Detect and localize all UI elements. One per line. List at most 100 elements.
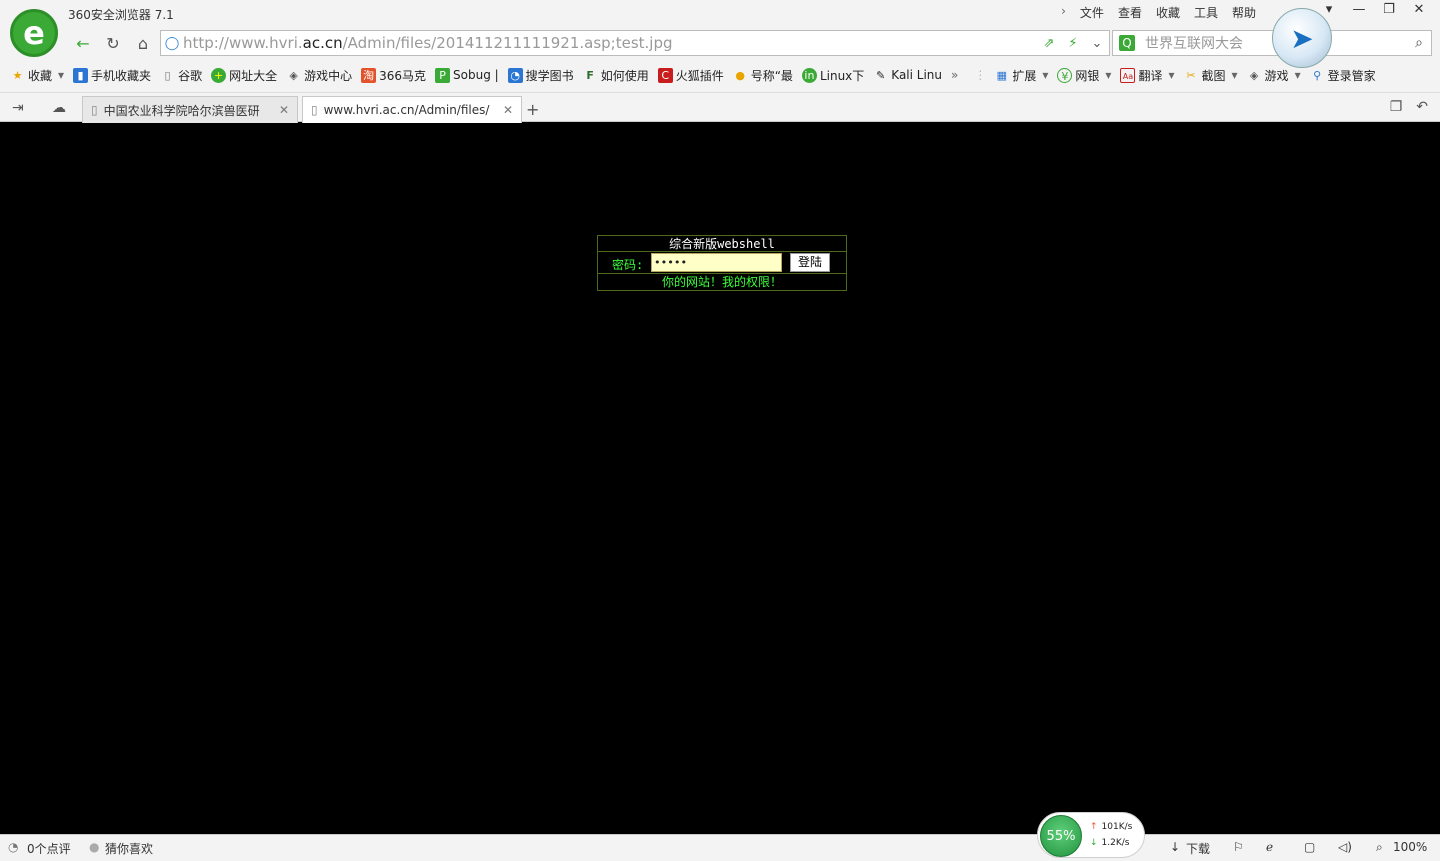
login-button[interactable]: 登陆 — [790, 253, 830, 272]
download-arrow-icon: ↓ — [1170, 840, 1181, 854]
gamepad-icon: ◈ — [1249, 68, 1259, 82]
key-icon: ⚲ — [1313, 68, 1322, 82]
in-icon: in — [801, 67, 817, 83]
tab-webshell[interactable]: ▯ www.hvri.ac.cn/Admin/files/ ✕ — [302, 96, 522, 123]
chevron-down-icon[interactable]: ⌄ — [1085, 36, 1109, 51]
tab-list-icon[interactable]: ❐ — [1390, 99, 1403, 115]
minimize-button[interactable]: — — [1344, 2, 1374, 17]
chevron-right-icon[interactable]: › — [1061, 4, 1066, 21]
navigation-bar: ← ↻ ⌂ ◯ http://www.hvri.ac.cn/Admin/file… — [0, 28, 1440, 58]
browser-chrome: 360安全浏览器 7.1 › 文件 查看 收藏 工具 帮助 ▾ — ❐ ✕ e … — [0, 0, 1440, 123]
tab-hvri-home[interactable]: ▯ 中国农业科学院哈尔滨兽医研 ✕ — [82, 96, 298, 123]
url-text[interactable]: http://www.hvri.ac.cn/Admin/files/201411… — [183, 34, 1037, 52]
comments-count[interactable]: 0个点评 — [27, 840, 71, 857]
refresh-icon[interactable]: ↻ — [102, 33, 124, 55]
undo-close-icon[interactable]: ↶ — [1416, 99, 1428, 115]
home-icon[interactable]: ⌂ — [132, 33, 154, 55]
ie-icon[interactable]: ℯ — [1266, 840, 1273, 854]
ext-games[interactable]: ◈ 游戏 ▾ — [1247, 67, 1301, 84]
c-icon: C — [657, 67, 673, 83]
search-engine-icon[interactable]: Q — [1113, 35, 1141, 51]
close-tab-icon[interactable]: ✕ — [279, 103, 289, 117]
address-bar[interactable]: ◯ http://www.hvri.ac.cn/Admin/files/2014… — [160, 30, 1110, 56]
speed-mode-icon[interactable]: ⚡ — [1061, 36, 1085, 51]
close-button[interactable]: ✕ — [1404, 2, 1434, 17]
download-button[interactable]: 下载 — [1186, 840, 1210, 857]
tab-label: 中国农业科学院哈尔滨兽医研 — [103, 103, 260, 118]
tab-bar: ⇥ ☁ ▯ 中国农业科学院哈尔滨兽医研 ✕ ▯ www.hvri.ac.cn/A… — [0, 92, 1440, 123]
gamepad-icon: ◈ — [289, 68, 298, 82]
dot-icon: ● — [89, 840, 100, 854]
arrow-down-icon: ↓ — [1090, 838, 1098, 848]
menu-view[interactable]: 查看 — [1118, 4, 1142, 21]
bookmark-mobile[interactable]: ▮ 手机收藏夹 — [73, 67, 151, 84]
volume-icon[interactable]: ◁) — [1338, 840, 1352, 854]
balloon-icon: ● — [735, 68, 746, 82]
window-icon[interactable]: ▢ — [1304, 840, 1315, 854]
page-content: 综合新版webshell 密码: ••••• 登陆 你的网站！我的权限！ — [0, 123, 1440, 834]
bookmark-games[interactable]: ◈ 游戏中心 — [286, 67, 352, 84]
document-icon: ▯ — [164, 68, 171, 82]
search-icon[interactable]: ⌕ — [1407, 35, 1431, 51]
bookmark-favorites[interactable]: ★ 收藏 ▾ — [10, 67, 64, 84]
share-icon[interactable]: ⇗ — [1037, 36, 1061, 51]
ext-translate[interactable]: Aa 翻译 ▾ — [1120, 67, 1175, 84]
more-bookmarks-icon[interactable]: » — [951, 68, 958, 82]
ext-bank[interactable]: ¥ 网银 ▾ — [1057, 67, 1111, 84]
close-tab-icon[interactable]: ✕ — [503, 103, 513, 117]
bookmark-366[interactable]: 淘 366马克 — [361, 67, 426, 84]
tab-label: www.hvri.ac.cn/Admin/files/ — [323, 103, 490, 117]
webshell-title: 综合新版webshell — [598, 236, 846, 252]
rss-icon: ◔ — [507, 67, 523, 83]
ext-extensions[interactable]: ▦ 扩展 ▾ — [994, 67, 1049, 84]
app-title: 360安全浏览器 7.1 — [68, 8, 174, 22]
zoom-icon[interactable]: ⌕ — [1376, 840, 1383, 855]
star-icon: ★ — [12, 68, 23, 82]
sidebar-toggle-icon[interactable]: ⇥ — [12, 100, 24, 116]
tab-tools: ❐ ↶ — [1390, 99, 1428, 115]
menu-tools[interactable]: 工具 — [1194, 4, 1218, 21]
bookmark-firefox[interactable]: C 火狐插件 — [657, 67, 724, 84]
bookmarks-bar: ★ 收藏 ▾ ▮ 手机收藏夹 ▯ 谷歌 + 网址大全 ◈ 游戏中心 淘 366马克 P Sobu… — [0, 62, 1440, 88]
menu-help[interactable]: 帮助 — [1232, 4, 1256, 21]
document-icon: ▯ — [311, 103, 318, 117]
status-bar: ◔ 0个点评 ● 猜你喜欢 ↓ 下载 ⚐ ℯ ▢ ◁) ⌕ 100% — [0, 834, 1440, 861]
ext-screenshot[interactable]: ✂ 截图 ▾ — [1184, 67, 1237, 84]
new-tab-icon[interactable]: + — [526, 100, 539, 119]
bookmark-sobug[interactable]: P Sobug | — [435, 67, 499, 83]
yen-icon: ¥ — [1057, 67, 1073, 83]
flag-icon[interactable]: ⚐ — [1233, 840, 1244, 854]
ext-login-manager[interactable]: ⚲ 登录管家 — [1310, 67, 1376, 84]
cpu-usage-badge[interactable]: 55% — [1040, 815, 1082, 857]
translate-icon: Aa — [1120, 67, 1136, 83]
menu-file[interactable]: 文件 — [1080, 4, 1104, 21]
upload-speed: ↑ 101K/s — [1090, 822, 1133, 832]
bookmark-claim[interactable]: ● 号称“最 — [733, 67, 793, 84]
back-icon[interactable]: ← — [72, 33, 94, 55]
page-icon: ◯ — [164, 35, 180, 51]
bookmark-linux[interactable]: in Linux下 — [801, 67, 864, 84]
bookmark-sites[interactable]: + 网址大全 — [211, 67, 277, 84]
bookmark-howto[interactable]: F 如何使用 — [583, 67, 648, 84]
zoom-level[interactable]: 100% — [1393, 840, 1427, 854]
recommend-link[interactable]: 猜你喜欢 — [105, 840, 153, 857]
network-speed-widget[interactable]: 55% ↑ 101K/s ↓ 1.2K/s — [1037, 812, 1145, 858]
document-icon: ▯ — [91, 103, 98, 117]
phone-icon: ▮ — [73, 67, 89, 83]
window-controls: ▾ — ❐ ✕ — [1314, 2, 1434, 17]
cloud-icon[interactable]: ☁ — [52, 100, 66, 116]
menu-bar: › 文件 查看 收藏 工具 帮助 — [1061, 4, 1256, 21]
kali-icon: ✎ — [876, 68, 886, 82]
bird-mascot-icon[interactable]: ➤ — [1272, 8, 1332, 68]
bookmark-kali[interactable]: ✎ Kali Linu — [873, 68, 942, 83]
password-field[interactable]: ••••• — [651, 253, 782, 272]
bookmark-books[interactable]: ◔ 搜学图书 — [507, 67, 574, 84]
comment-icon: ◔ — [8, 840, 19, 854]
maximize-button[interactable]: ❐ — [1374, 2, 1404, 17]
password-row: 密码: ••••• 登陆 — [598, 252, 846, 274]
plus-icon: + — [211, 67, 227, 83]
separator: ⋮ — [974, 68, 987, 82]
webshell-footer: 你的网站！我的权限！ — [661, 275, 782, 289]
bookmark-google[interactable]: ▯ 谷歌 — [160, 67, 203, 84]
menu-favorites[interactable]: 收藏 — [1156, 4, 1180, 21]
